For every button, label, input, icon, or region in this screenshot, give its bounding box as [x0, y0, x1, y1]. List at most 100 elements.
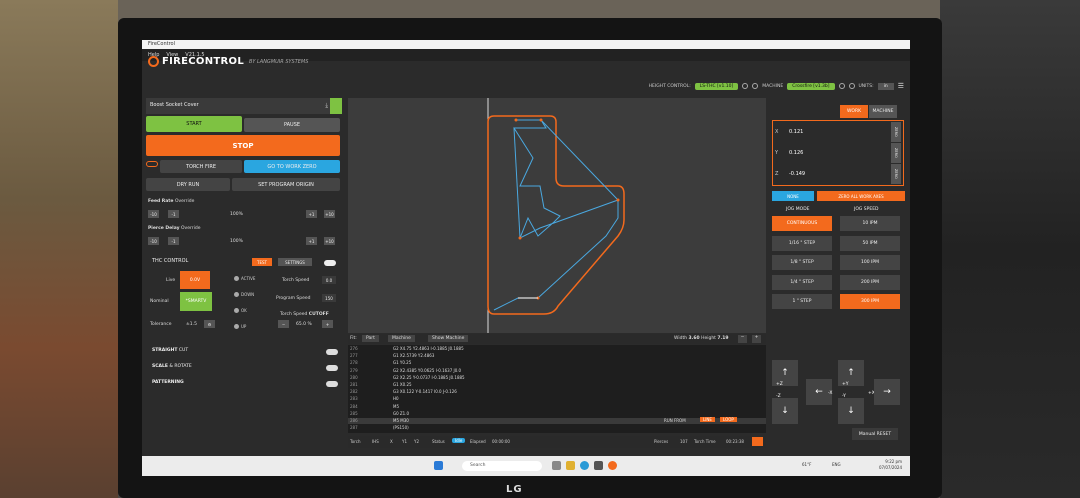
upload-icon[interactable]: ⤓	[325, 102, 328, 110]
pierce-delay-minus1-button[interactable]: -1	[168, 237, 179, 245]
firecontrol-taskbar-icon[interactable]	[608, 461, 617, 470]
jog-speed-button[interactable]: 50 IPM	[840, 235, 900, 251]
pierce-point	[514, 118, 518, 122]
thc-test-button[interactable]: TEST	[252, 258, 272, 266]
none-button[interactable]: NONE	[772, 191, 814, 201]
pierce-delay-minus10-button[interactable]: -10	[148, 237, 159, 245]
height-control-select[interactable]: LS-THC [v1.10]	[694, 82, 739, 90]
zero-z-button[interactable]: ZERO	[891, 164, 901, 184]
gcode-line[interactable]: 278 G1 Y0.25	[348, 360, 766, 366]
toolpath-canvas[interactable]	[348, 98, 766, 333]
task-view-icon[interactable]	[552, 461, 561, 470]
gcode-line[interactable]: 282 G3 X0.122 Y-0.1417 I0.0 J-0.126	[348, 389, 766, 395]
jog-y-minus-button[interactable]: ↓	[838, 398, 864, 424]
zero-y-button[interactable]: ZERO	[891, 143, 901, 163]
open-file-button[interactable]	[330, 98, 342, 114]
zero-x-button[interactable]: ZERO	[891, 122, 901, 142]
set-program-origin-button[interactable]: SET PROGRAM ORIGIN	[232, 178, 340, 191]
straight-cut-section[interactable]: STRAIGHT CUT	[152, 348, 188, 353]
pierce-delay-plus1-button[interactable]: +1	[306, 237, 317, 245]
patterning-toggle[interactable]	[326, 381, 338, 387]
feed-rate-minus10-button[interactable]: -10	[148, 210, 159, 218]
jog-speed-button[interactable]: 100 IPM	[840, 255, 900, 270]
run-from-loop-button[interactable]: LOOP	[720, 417, 737, 422]
coord-y-value: 0.126	[789, 150, 804, 156]
manual-reset-button[interactable]: Manual RESET	[852, 428, 898, 440]
show-machine-toggle[interactable]: Show Machine	[428, 335, 469, 342]
zoom-out-icon[interactable]: −	[738, 335, 747, 343]
clock[interactable]: 9:22 pm 07/07/2024	[879, 459, 902, 471]
file-explorer-icon[interactable]	[566, 461, 575, 470]
windows-start-icon[interactable]	[434, 461, 443, 470]
live-voltage: 0.0V	[180, 271, 210, 289]
gcode-line-text: G2 X2.4385 Y0.0625 I-0.1637 J0.0	[393, 367, 462, 373]
jog-right-button[interactable]: →	[874, 379, 900, 405]
gcode-line[interactable]: 277 G1 X2.5739 Y2.4863	[348, 353, 766, 359]
thc-enable-toggle[interactable]	[324, 260, 336, 266]
gcode-panel: 276 G2 X4.75 Y2.4863 I-0.1885 J0.1885 277 G…	[348, 345, 766, 433]
feed-rate-plus10-button[interactable]: +10	[324, 210, 335, 218]
pierce-delay-plus10-button[interactable]: +10	[324, 237, 335, 245]
refresh-icon[interactable]	[742, 83, 749, 89]
pierces-label: Pierces	[654, 439, 669, 444]
patterning-section[interactable]: PATTERNING	[152, 380, 184, 385]
reset-counter-icon[interactable]	[752, 437, 763, 446]
tab-machine[interactable]: MACHINE	[869, 105, 897, 118]
jog-speed-button[interactable]: 200 IPM	[840, 274, 900, 290]
dry-run-button[interactable]: DRY RUN	[146, 178, 230, 191]
thc-settings-button[interactable]: SETTINGS	[278, 258, 312, 266]
stop-button[interactable]: STOP	[146, 135, 340, 156]
go-to-work-zero-button[interactable]: GO TO WORK ZERO	[244, 160, 340, 173]
rapid-path-segment	[540, 119, 619, 201]
z-axis-label: Z	[775, 171, 779, 177]
toolpath-svg	[487, 98, 625, 333]
info-icon[interactable]	[752, 83, 759, 89]
store-icon[interactable]	[594, 461, 603, 470]
feed-rate-minus1-button[interactable]: -1	[168, 210, 179, 218]
feed-rate-plus1-button[interactable]: +1	[306, 210, 317, 218]
zero-all-work-axes-button[interactable]: ZERO ALL WORK AXES	[817, 191, 905, 201]
units-select[interactable]: in	[877, 82, 894, 90]
machine-select[interactable]: Crossfire [v1.3b]	[787, 82, 835, 90]
cutoff-minus-button[interactable]: −	[278, 320, 289, 328]
gcode-line[interactable]: 284 M5	[348, 404, 766, 410]
zoom-in-icon[interactable]: +	[752, 335, 761, 343]
jog-mode-button[interactable]: 1/4 " STEP	[772, 274, 832, 290]
straight-cut-toggle[interactable]	[326, 349, 338, 355]
edge-icon[interactable]	[580, 461, 589, 470]
left-panel: Boost Socket Cover ⤓ START PAUSE STOP TO…	[146, 98, 342, 470]
gcode-line[interactable]: 276 G2 X4.75 Y2.4863 I-0.1885 J0.1885	[348, 346, 766, 352]
torch-enable-toggle[interactable]	[146, 161, 158, 167]
gcode-line[interactable]: 281 G1 X0.25	[348, 382, 766, 388]
scale-rotate-section[interactable]: SCALE & ROTATE	[152, 364, 192, 369]
jog-speed-button[interactable]: 300 IPM	[840, 294, 900, 309]
start-button[interactable]: START	[146, 116, 242, 132]
pause-button[interactable]: PAUSE	[244, 118, 340, 132]
refresh-icon[interactable]	[838, 83, 845, 89]
hamburger-menu-icon[interactable]: ☰	[898, 82, 904, 90]
jog-mode-button[interactable]: 1 " STEP	[772, 294, 832, 309]
jog-mode-button[interactable]: 1/8 " STEP	[772, 255, 832, 270]
torch-fire-button[interactable]: TORCH FIRE	[160, 160, 242, 173]
nominal-voltage-button[interactable]: *SMARTV	[180, 292, 212, 311]
jog-mode-button[interactable]: CONTINUOUS	[772, 216, 832, 231]
gcode-line[interactable]: 279 G2 X2.4385 Y0.0625 I-0.1637 J0.0	[348, 368, 766, 374]
taskbar-search[interactable]: Search	[462, 461, 542, 471]
jog-down-button[interactable]: ↓	[772, 398, 798, 424]
gcode-line[interactable]: 283 H0	[348, 396, 766, 402]
torch-time-label: Torch Time	[694, 439, 716, 444]
run-from-line-button[interactable]: LINE	[700, 417, 715, 422]
info-icon[interactable]	[848, 83, 855, 89]
tolerance-settings-icon[interactable]: ⚙	[204, 320, 215, 328]
arrow-down-icon: ↓	[781, 406, 789, 416]
cutoff-plus-button[interactable]: +	[322, 320, 333, 328]
jog-mode-button[interactable]: 1/16 " STEP	[772, 235, 832, 251]
tab-work[interactable]: WORK	[840, 105, 868, 118]
fit-machine-button[interactable]: Machine	[388, 335, 415, 342]
scale-rotate-toggle[interactable]	[326, 365, 338, 371]
gcode-line[interactable]: 280 G2 X2.25 Y-0.0737 I-0.1885 J0.1885	[348, 375, 766, 381]
screen: FireControl Help View V21.1.5 FIRECONTRO…	[142, 40, 910, 476]
jog-speed-button[interactable]: 10 IPM	[840, 216, 900, 231]
fit-part-button[interactable]: Part	[362, 335, 379, 342]
gcode-line[interactable]: 287 (PS150)	[348, 425, 766, 431]
